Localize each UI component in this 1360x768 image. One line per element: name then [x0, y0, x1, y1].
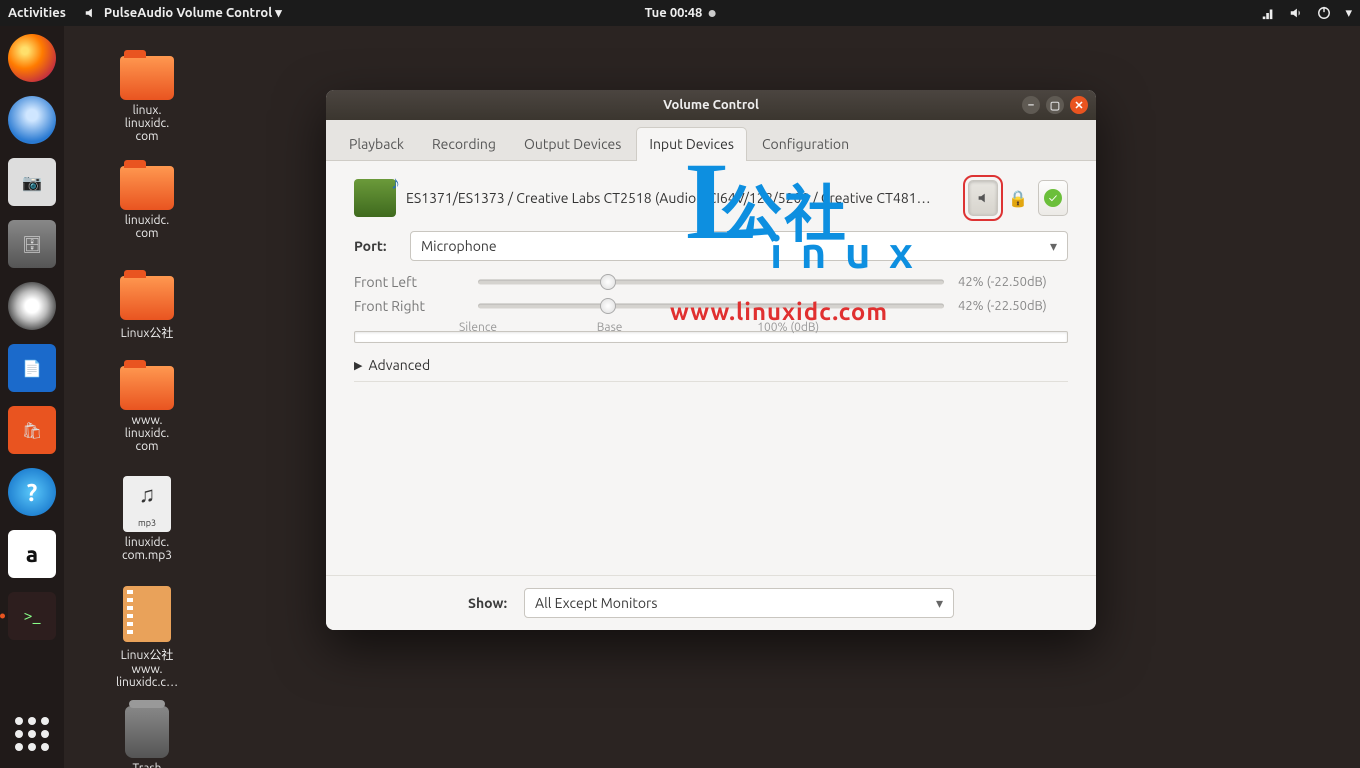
- scale-full: 100% (0dB): [757, 321, 819, 334]
- desktop-icon[interactable]: Linux公社: [92, 276, 202, 341]
- show-combo[interactable]: All Except Monitors ▾: [524, 588, 954, 618]
- dock-amazon[interactable]: a: [8, 530, 56, 578]
- activities-button[interactable]: Activities: [8, 6, 66, 20]
- speaker-icon: [84, 6, 98, 20]
- dock-show-apps[interactable]: [8, 710, 56, 758]
- slider-thumb[interactable]: [600, 274, 616, 290]
- channel-value: 42% (-22.50dB): [958, 275, 1068, 289]
- slider-track: [478, 280, 944, 285]
- port-combo[interactable]: Microphone ▾: [410, 231, 1068, 261]
- dock-rhythmbox[interactable]: [8, 282, 56, 330]
- channel-row: Front Left 42% (-22.50dB): [354, 273, 1068, 291]
- desktop-icon-label: linux. linuxidc. com: [92, 104, 202, 143]
- vid-icon: [123, 586, 171, 642]
- device-row: ES1371/ES1373 / Creative Labs CT2518 (Au…: [354, 179, 1068, 217]
- channel-name: Front Left: [354, 274, 464, 290]
- tab-recording[interactable]: Recording: [419, 127, 509, 161]
- scale-silence: Silence: [459, 321, 497, 334]
- slider-thumb[interactable]: [600, 298, 616, 314]
- tabs-bar: PlaybackRecordingOutput DevicesInput Dev…: [326, 120, 1096, 161]
- tab-output-devices[interactable]: Output Devices: [511, 127, 634, 161]
- triangle-right-icon: ▶: [354, 359, 362, 372]
- desktop-icon-label: Linux公社: [92, 324, 202, 341]
- port-row: Port: Microphone ▾: [354, 231, 1068, 261]
- advanced-expander[interactable]: ▶ Advanced: [354, 357, 1068, 373]
- check-icon: ✓: [1044, 189, 1062, 207]
- system-tray[interactable]: ▾: [1261, 6, 1352, 21]
- clock[interactable]: Tue 00:48: [645, 6, 716, 20]
- window-footer: Show: All Except Monitors ▾: [326, 575, 1096, 630]
- mp3-icon: mp3: [123, 476, 171, 532]
- fallback-button[interactable]: ✓: [1038, 180, 1068, 216]
- desktop-icon[interactable]: Linux公社 www. linuxidc.c…: [92, 586, 202, 689]
- minimize-button[interactable]: –: [1022, 96, 1040, 114]
- app-menu-label: PulseAudio Volume Control ▾: [104, 6, 282, 21]
- folder-icon: [120, 366, 174, 410]
- desktop-icon-label: linuxidc. com: [92, 214, 202, 240]
- lock-channels-icon[interactable]: 🔒: [1008, 189, 1028, 208]
- dock-files[interactable]: 🗄: [8, 220, 56, 268]
- port-value: Microphone: [421, 238, 497, 254]
- dock-help[interactable]: ?: [8, 468, 56, 516]
- tab-configuration[interactable]: Configuration: [749, 127, 862, 161]
- trash-icon: [125, 706, 169, 758]
- desktop-icon-label: Trash: [92, 762, 202, 768]
- desktop-icon[interactable]: www. linuxidc. com: [92, 366, 202, 453]
- volume-slider[interactable]: [478, 297, 944, 315]
- scale-base: Base: [597, 321, 623, 334]
- mute-icon: [976, 191, 990, 205]
- clock-dot-icon: [708, 10, 715, 17]
- window-titlebar[interactable]: Volume Control – ▢ ✕: [326, 90, 1096, 120]
- chevron-down-icon: ▾: [1345, 6, 1352, 21]
- folder-icon: [120, 166, 174, 210]
- dock-libreoffice[interactable]: 📄: [8, 344, 56, 392]
- window-title: Volume Control: [663, 98, 759, 112]
- network-icon[interactable]: [1261, 6, 1275, 20]
- power-icon[interactable]: [1317, 6, 1331, 20]
- dock-terminal[interactable]: >_: [8, 592, 56, 640]
- desktop-icon[interactable]: Trash: [92, 706, 202, 768]
- app-menu[interactable]: PulseAudio Volume Control ▾: [84, 6, 282, 21]
- volume-slider[interactable]: [478, 273, 944, 291]
- folder-icon: [120, 56, 174, 100]
- maximize-button[interactable]: ▢: [1046, 96, 1064, 114]
- tab-content: ES1371/ES1373 / Creative Labs CT2518 (Au…: [326, 161, 1096, 575]
- folder-icon: [120, 276, 174, 320]
- dock-firefox[interactable]: [8, 34, 56, 82]
- top-panel: Activities PulseAudio Volume Control ▾ T…: [0, 0, 1360, 26]
- desktop-icon[interactable]: linux. linuxidc. com: [92, 56, 202, 143]
- sound-card-icon: [354, 179, 396, 217]
- desktop-icon-label: linuxidc. com.mp3: [92, 536, 202, 562]
- dock-thunderbird[interactable]: [8, 96, 56, 144]
- clock-text: Tue 00:48: [645, 6, 703, 20]
- channel-row: Front Right 42% (-22.50dB): [354, 297, 1068, 315]
- apps-grid-icon: [15, 717, 49, 751]
- volume-control-window: Volume Control – ▢ ✕ PlaybackRecordingOu…: [326, 90, 1096, 630]
- dock-shotwell[interactable]: 📷: [8, 158, 56, 206]
- tab-playback[interactable]: Playback: [336, 127, 417, 161]
- show-label: Show:: [468, 595, 514, 611]
- show-value: All Except Monitors: [535, 595, 657, 611]
- port-label: Port:: [354, 238, 400, 254]
- volume-icon[interactable]: [1289, 6, 1303, 20]
- channel-name: Front Right: [354, 298, 464, 314]
- advanced-label: Advanced: [368, 357, 430, 373]
- dock-software[interactable]: 🛍: [8, 406, 56, 454]
- tab-input-devices[interactable]: Input Devices: [636, 127, 747, 161]
- separator: [354, 381, 1068, 382]
- desktop-icon[interactable]: linuxidc. com: [92, 166, 202, 240]
- chevron-down-icon: ▾: [936, 595, 943, 612]
- slider-track: [478, 304, 944, 309]
- desktop-icon-label: www. linuxidc. com: [92, 414, 202, 453]
- close-button[interactable]: ✕: [1070, 96, 1088, 114]
- chevron-down-icon: ▾: [1050, 238, 1057, 255]
- channel-value: 42% (-22.50dB): [958, 299, 1068, 313]
- device-name: ES1371/ES1373 / Creative Labs CT2518 (Au…: [406, 190, 958, 206]
- desktop-icon-label: Linux公社 www. linuxidc.c…: [92, 646, 202, 689]
- desktop-icon[interactable]: mp3 linuxidc. com.mp3: [92, 476, 202, 562]
- mute-button[interactable]: [968, 180, 998, 216]
- dock: 📷 🗄 📄 🛍 ? a >_: [0, 26, 64, 768]
